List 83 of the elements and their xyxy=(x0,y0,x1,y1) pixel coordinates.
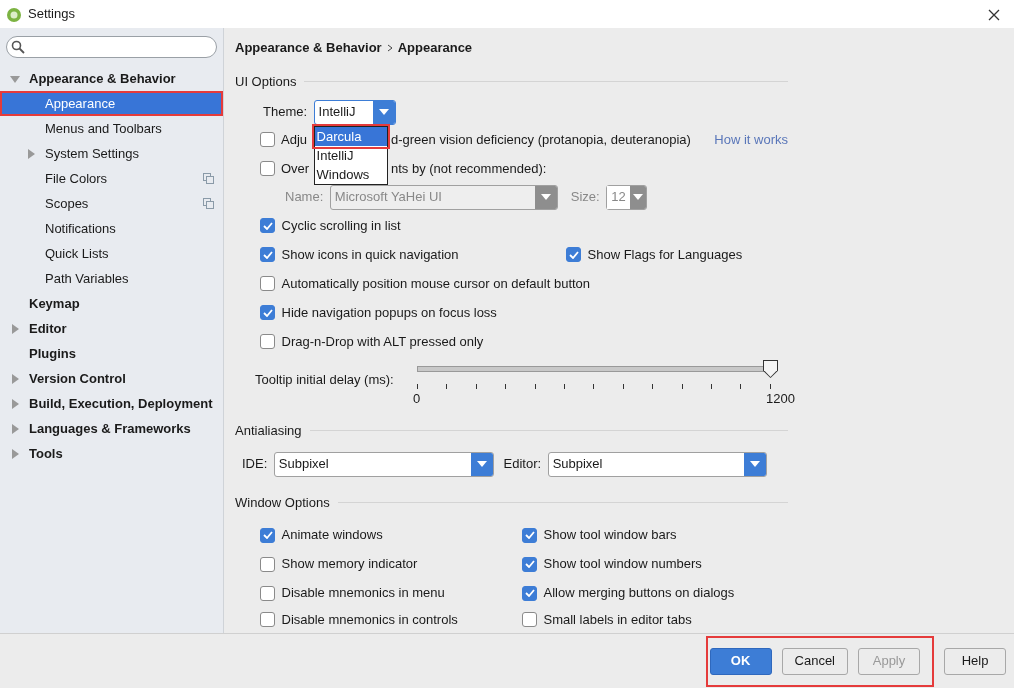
dropdown-arrow-icon xyxy=(540,194,551,200)
checkbox-label: Disable mnemonics in controls xyxy=(281,610,458,629)
dropdown-option[interactable]: Windows xyxy=(314,164,387,184)
checkbox-label: Show memory indicator xyxy=(281,555,418,574)
checkbox[interactable] xyxy=(260,556,275,572)
sidebar-item[interactable]: Menus and Toolbars xyxy=(0,116,223,141)
checkbox[interactable] xyxy=(260,247,275,262)
sidebar-item[interactable]: Appearance xyxy=(0,91,223,116)
ide-antialiasing-dropdown[interactable]: Subpixel xyxy=(273,451,494,477)
checkbox[interactable] xyxy=(522,585,537,601)
breadcrumb-item: Appearance & Behavior xyxy=(235,39,382,57)
checkbox[interactable] xyxy=(522,556,537,572)
sidebar-item[interactable]: Build, Execution, Deployment xyxy=(0,391,223,416)
dropdown-arrow-icon xyxy=(378,109,389,115)
sidebar-item[interactable]: System Settings xyxy=(0,141,223,166)
dropdown-option[interactable]: IntelliJ xyxy=(314,145,387,165)
search-icon xyxy=(11,40,25,54)
checkbox-label: Show tool window numbers xyxy=(543,555,702,574)
checkbox-label-fragment: d-green vision deficiency (protanopia, deuteranopia) xyxy=(391,130,691,149)
section-title: Window Options xyxy=(235,494,330,512)
window-title: Settings xyxy=(28,5,75,24)
checkbox[interactable] xyxy=(522,527,537,543)
checkbox-label-fragment: nts by (not recommended): xyxy=(391,159,547,178)
dialog-button[interactable]: Help xyxy=(944,647,1006,675)
dropdown-option[interactable]: Darcula xyxy=(314,126,387,146)
checkbox[interactable] xyxy=(260,612,275,627)
checkbox[interactable] xyxy=(522,612,537,627)
sidebar-item[interactable]: Path Variables xyxy=(0,266,223,291)
sidebar-item[interactable]: Notifications xyxy=(0,216,223,241)
checkbox-label: Show Flags for Languages xyxy=(587,245,743,264)
sidebar-item[interactable]: Scopes xyxy=(0,191,223,216)
checkbox[interactable] xyxy=(260,527,275,543)
checkbox-label: Hide navigation popups on focus loss xyxy=(281,303,497,322)
checkbox-label: Small labels in editor tabs xyxy=(543,610,692,629)
checkbox-label: Automatically position mouse cursor on default button xyxy=(281,274,591,293)
sidebar-item[interactable]: Tools xyxy=(0,441,223,466)
tick-label: 1200 xyxy=(766,390,795,408)
sidebar-item[interactable]: Keymap xyxy=(0,291,223,316)
editor-antialiasing-dropdown[interactable]: Subpixel xyxy=(547,451,767,477)
checkbox-label: Drag-n-Drop with ALT pressed only xyxy=(281,332,484,351)
sidebar-item[interactable]: Quick Lists xyxy=(0,241,223,266)
dropdown-arrow-icon xyxy=(632,194,643,200)
tick-label: 0 xyxy=(413,390,421,408)
sidebar-item[interactable]: Editor xyxy=(0,316,223,341)
checkbox-label: Disable mnemonics in menu xyxy=(281,584,445,603)
dropdown-arrow-icon xyxy=(476,461,487,467)
checkbox-label: Animate windows xyxy=(281,526,383,545)
checkbox[interactable] xyxy=(260,276,275,291)
checkbox-label-fragment: Over xyxy=(281,159,310,178)
section-title: Antialiasing xyxy=(235,421,302,440)
field-label: Size: xyxy=(570,188,600,207)
checkbox[interactable] xyxy=(260,132,275,147)
sidebar-item[interactable]: File Colors xyxy=(0,166,223,191)
breadcrumb-item: Appearance xyxy=(397,39,473,57)
checkbox-label: Allow merging buttons on dialogs xyxy=(543,584,735,603)
checkbox-label: Show tool window bars xyxy=(543,526,677,545)
default-button[interactable]: OK xyxy=(709,647,772,675)
sidebar-item[interactable]: Languages & Frameworks xyxy=(0,416,223,441)
chevron-icon xyxy=(386,43,393,52)
dropdown-arrow-icon xyxy=(749,461,760,467)
checkbox-label: Show icons in quick navigation xyxy=(281,245,459,264)
field-label: IDE: xyxy=(242,455,268,474)
sidebar-item[interactable]: Appearance & Behavior xyxy=(0,66,223,91)
checkbox[interactable] xyxy=(260,305,275,320)
checkbox[interactable] xyxy=(260,218,275,233)
sidebar-item[interactable]: Plugins xyxy=(0,341,223,366)
checkbox[interactable] xyxy=(566,247,581,262)
slider-label: Tooltip initial delay (ms): xyxy=(255,371,395,389)
checkbox[interactable] xyxy=(260,161,275,176)
field-label: Editor: xyxy=(503,455,542,474)
search-field[interactable] xyxy=(6,36,217,58)
section-title: UI Options xyxy=(235,72,297,91)
field-label: Theme: xyxy=(263,103,308,122)
dialog-button[interactable]: Cancel xyxy=(781,647,848,675)
checkbox-label: Cyclic scrolling in list xyxy=(281,216,401,235)
theme-dropdown[interactable]: IntelliJ xyxy=(313,99,396,125)
sidebar-item[interactable]: Version Control xyxy=(0,366,223,391)
checkbox[interactable] xyxy=(260,585,275,601)
checkbox-label-fragment: Adju xyxy=(281,130,308,149)
checkbox[interactable] xyxy=(260,334,275,349)
field-label: Name: xyxy=(285,188,324,207)
how-it-works-link[interactable]: How it works xyxy=(714,129,788,150)
app-logo-icon xyxy=(6,6,22,22)
